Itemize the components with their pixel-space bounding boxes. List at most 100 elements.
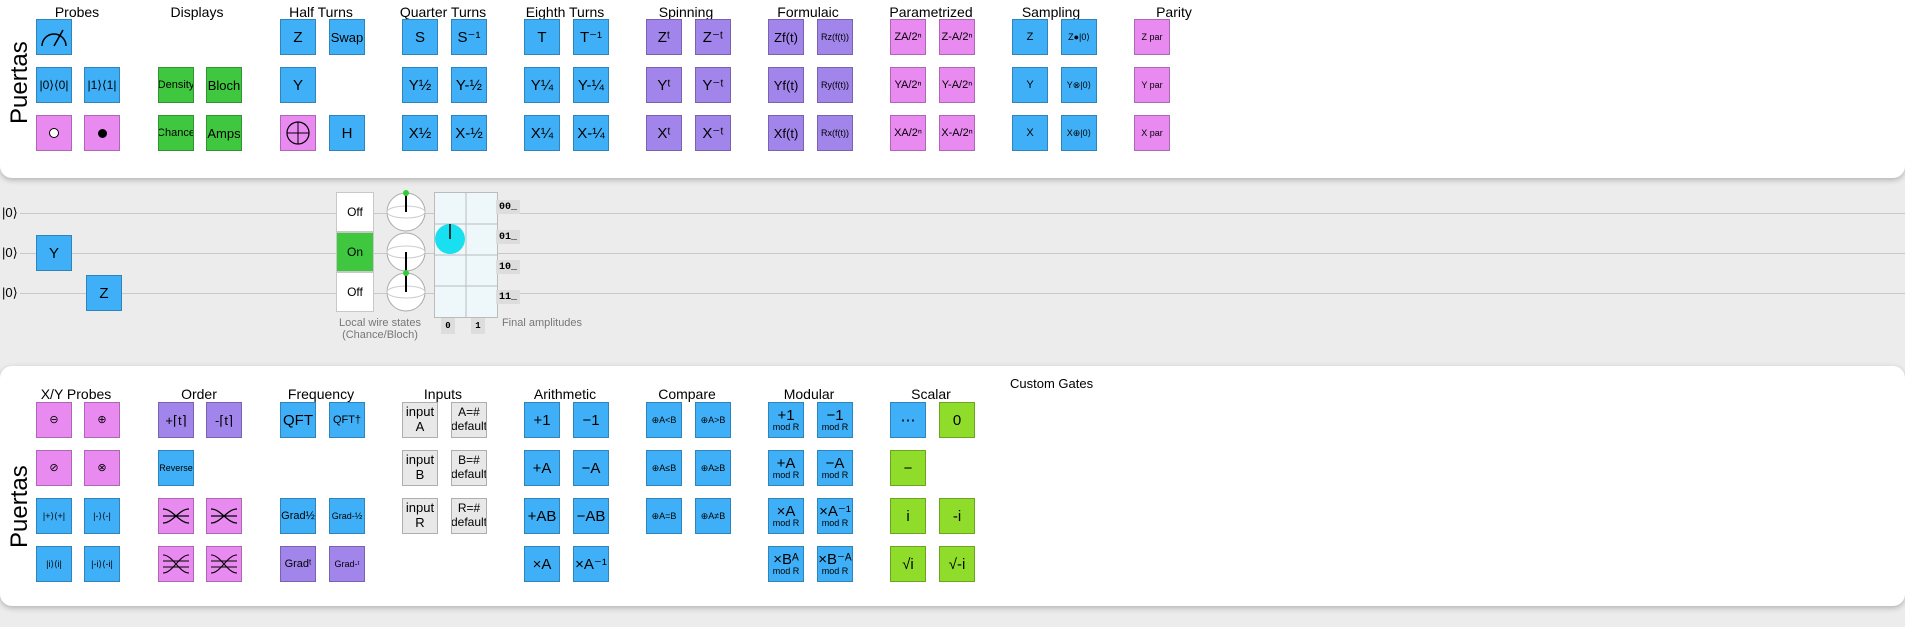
- minus-i-postselect-gate[interactable]: |-i⟩⟨-i|: [84, 546, 120, 582]
- z-spin-gate[interactable]: Zᵗ: [646, 19, 682, 55]
- x-minus-half-gate[interactable]: X-½: [451, 115, 487, 151]
- anti-control-gate[interactable]: [36, 115, 72, 151]
- z-detector-gate[interactable]: Z: [1012, 19, 1048, 55]
- wire-2-init[interactable]: |0⟩: [2, 285, 18, 301]
- add-ab-gate[interactable]: +AB: [524, 498, 560, 534]
- x-spin-inverse-gate[interactable]: X⁻ᵗ: [695, 115, 731, 151]
- minus-postselect-gate[interactable]: |-⟩⟨-|: [84, 498, 120, 534]
- control-gate[interactable]: [84, 115, 120, 151]
- cycle-bits-gate[interactable]: +⌈t⌉: [158, 402, 194, 438]
- x-minus-quarter-gate[interactable]: X-¼: [573, 115, 609, 151]
- phase-gradient-t-inverse-gate[interactable]: Grad-ᵗ: [329, 546, 365, 582]
- i-phase-gate[interactable]: i: [890, 498, 926, 534]
- decrement-gate[interactable]: −1: [573, 402, 609, 438]
- input-a-gate[interactable]: input A: [402, 402, 438, 438]
- sqrt-minus-i-phase-gate[interactable]: √-i: [939, 546, 975, 582]
- deinterleave-gate[interactable]: [206, 498, 242, 534]
- y-anti-control-gate[interactable]: ⊘: [36, 450, 72, 486]
- reverse-bits-gate[interactable]: Reverse: [158, 450, 194, 486]
- zero-gate[interactable]: 0: [939, 402, 975, 438]
- rx-func-gate[interactable]: Rx(f(t)): [817, 115, 853, 151]
- compare-greater-gate[interactable]: ⊕A>B: [695, 402, 731, 438]
- t-inverse-gate[interactable]: T⁻¹: [573, 19, 609, 55]
- x-half-gate[interactable]: X½: [402, 115, 438, 151]
- x-anti-control-gate[interactable]: ⊖: [36, 402, 72, 438]
- y-func-gate[interactable]: Yf(t): [768, 67, 804, 103]
- y-half-gate[interactable]: Y½: [402, 67, 438, 103]
- x-parity-gate[interactable]: X par: [1134, 115, 1170, 151]
- y-detector-gate[interactable]: Y: [1012, 67, 1048, 103]
- z-func-gate[interactable]: Zf(t): [768, 19, 804, 55]
- input-a-default-gate[interactable]: A=# default: [451, 402, 487, 438]
- x-param-inverse-gate[interactable]: X-A/2ⁿ: [939, 115, 975, 151]
- interleave-gate[interactable]: [158, 498, 194, 534]
- multiply-a-inverse-gate[interactable]: ×A⁻¹: [573, 546, 609, 582]
- z-spin-inverse-gate[interactable]: Z⁻ᵗ: [695, 19, 731, 55]
- t-gate[interactable]: T: [524, 19, 560, 55]
- add-a-gate[interactable]: +A: [524, 450, 560, 486]
- mod-multiply-a-gate[interactable]: ×A mod R: [768, 498, 804, 534]
- ry-func-gate[interactable]: Ry(f(t)): [817, 67, 853, 103]
- multiply-a-gate[interactable]: ×A: [524, 546, 560, 582]
- y-minus-quarter-gate[interactable]: Y-¼: [573, 67, 609, 103]
- compare-greater-equal-gate[interactable]: ⊕A≥B: [695, 450, 731, 486]
- negate-gate[interactable]: −: [890, 450, 926, 486]
- y-detect-reset-gate[interactable]: Y⊗|0⟩: [1061, 67, 1097, 103]
- input-b-gate[interactable]: input B: [402, 450, 438, 486]
- interleave-large-gate[interactable]: [158, 546, 194, 582]
- x-gate[interactable]: [280, 115, 316, 151]
- input-r-default-gate[interactable]: R=# default: [451, 498, 487, 534]
- x-control-gate[interactable]: ⊕: [84, 402, 120, 438]
- swap-gate[interactable]: Swap: [329, 19, 365, 55]
- rz-func-gate[interactable]: Rz(f(t)): [817, 19, 853, 55]
- phase-gradient-gate[interactable]: Grad½: [280, 498, 316, 534]
- x-spin-gate[interactable]: Xᵗ: [646, 115, 682, 151]
- input-b-default-gate[interactable]: B=# default: [451, 450, 487, 486]
- measurement-gate[interactable]: [36, 19, 72, 55]
- y-quarter-gate[interactable]: Y¼: [524, 67, 560, 103]
- input-r-gate[interactable]: input R: [402, 498, 438, 534]
- y-gate[interactable]: Y: [280, 67, 316, 103]
- y-control-gate[interactable]: ⊗: [84, 450, 120, 486]
- wire-0-init[interactable]: |0⟩: [2, 205, 18, 221]
- x-quarter-gate[interactable]: X¼: [524, 115, 560, 151]
- wire-1-init[interactable]: |0⟩: [2, 245, 18, 261]
- circuit-y-gate[interactable]: Y: [36, 235, 72, 271]
- sqrt-i-phase-gate[interactable]: √i: [890, 546, 926, 582]
- custom-gates-link[interactable]: Custom Gates: [1010, 376, 1093, 391]
- qft-dagger-gate[interactable]: QFT†: [329, 402, 365, 438]
- spacer-gate[interactable]: ⋯: [890, 402, 926, 438]
- compare-less-gate[interactable]: ⊕A<B: [646, 402, 682, 438]
- y-param-inverse-gate[interactable]: Y-A/2ⁿ: [939, 67, 975, 103]
- x-func-gate[interactable]: Xf(t): [768, 115, 804, 151]
- mod-add-a-gate[interactable]: +A mod R: [768, 450, 804, 486]
- x-detector-gate[interactable]: X: [1012, 115, 1048, 151]
- s-inverse-gate[interactable]: S⁻¹: [451, 19, 487, 55]
- increment-gate[interactable]: +1: [524, 402, 560, 438]
- subtract-a-gate[interactable]: −A: [573, 450, 609, 486]
- mod-decrement-gate[interactable]: −1 mod R: [817, 402, 853, 438]
- reverse-cycle-bits-gate[interactable]: -⌈t⌉: [206, 402, 242, 438]
- compare-equal-gate[interactable]: ⊕A=B: [646, 498, 682, 534]
- plus-postselect-gate[interactable]: |+⟩⟨+|: [36, 498, 72, 534]
- phase-gradient-t-gate[interactable]: Gradᵗ: [280, 546, 316, 582]
- phase-gradient-inverse-gate[interactable]: Grad-½: [329, 498, 365, 534]
- y-parity-gate[interactable]: Y par: [1134, 67, 1170, 103]
- postselect-on-gate[interactable]: |1⟩⟨1|: [84, 67, 120, 103]
- y-spin-gate[interactable]: Yᵗ: [646, 67, 682, 103]
- circuit-z-gate[interactable]: Z: [86, 275, 122, 311]
- i-postselect-gate[interactable]: |i⟩⟨i|: [36, 546, 72, 582]
- mod-multiply-a-inverse-gate[interactable]: ×A⁻¹ mod R: [817, 498, 853, 534]
- amps-display-gate[interactable]: Amps: [206, 115, 242, 151]
- deinterleave-large-gate[interactable]: [206, 546, 242, 582]
- s-gate[interactable]: S: [402, 19, 438, 55]
- mod-multiply-b-pow-minus-a-gate[interactable]: ×B⁻ᴬ mod R: [817, 546, 853, 582]
- x-param-gate[interactable]: XA/2ⁿ: [890, 115, 926, 151]
- mod-increment-gate[interactable]: +1 mod R: [768, 402, 804, 438]
- y-param-gate[interactable]: YA/2ⁿ: [890, 67, 926, 103]
- density-display-gate[interactable]: Density: [158, 67, 194, 103]
- minus-i-phase-gate[interactable]: -i: [939, 498, 975, 534]
- bloch-display-gate[interactable]: Bloch: [206, 67, 242, 103]
- compare-less-equal-gate[interactable]: ⊕A≤B: [646, 450, 682, 486]
- z-parity-gate[interactable]: Z par: [1134, 19, 1170, 55]
